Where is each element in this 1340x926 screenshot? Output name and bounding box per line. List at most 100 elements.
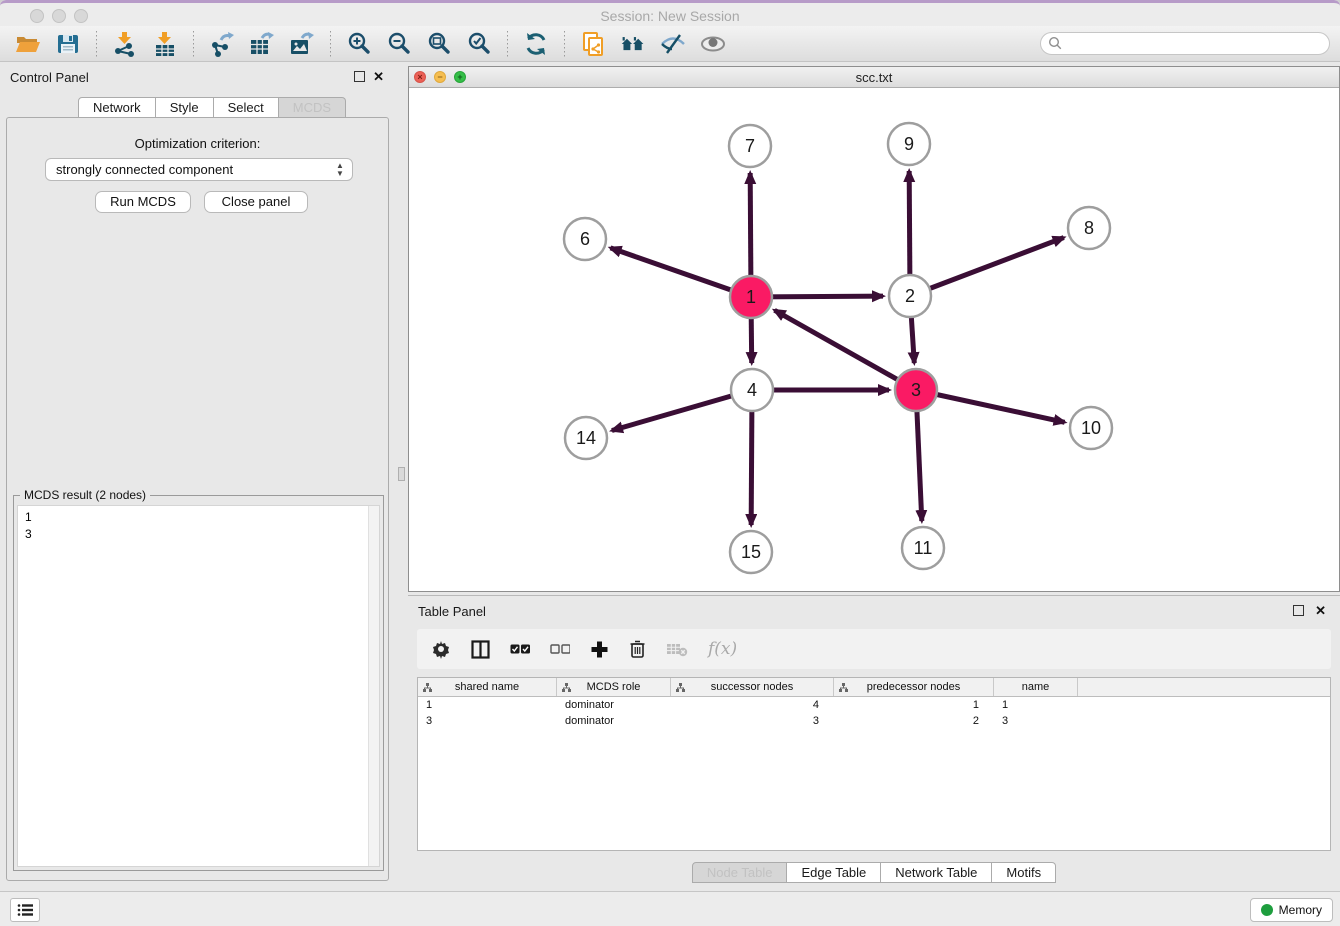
column-header-shared-name[interactable]: shared name xyxy=(418,678,557,696)
graph-edge-3-1[interactable] xyxy=(775,310,916,390)
tab-edge-table[interactable]: Edge Table xyxy=(787,862,881,883)
graph-node-label: 14 xyxy=(576,428,596,448)
search-icon xyxy=(1048,36,1063,51)
graph-node-label: 15 xyxy=(741,542,761,562)
column-layout-icon[interactable] xyxy=(471,638,490,660)
save-session-icon[interactable] xyxy=(55,31,81,57)
table-cell[interactable]: dominator xyxy=(557,697,671,713)
graph-node-3[interactable]: 3 xyxy=(895,369,937,411)
zoom-selected-icon[interactable] xyxy=(466,31,492,57)
select-all-icon[interactable] xyxy=(510,638,530,660)
toolbar-separator xyxy=(564,31,565,57)
memory-button[interactable]: Memory xyxy=(1250,898,1333,922)
graph-node-14[interactable]: 14 xyxy=(565,417,607,459)
table-cell[interactable]: 4 xyxy=(671,697,834,713)
graph-node-6[interactable]: 6 xyxy=(564,218,606,260)
graph-node-4[interactable]: 4 xyxy=(731,369,773,411)
app-titlebar[interactable]: Session: New Session xyxy=(0,0,1340,26)
run-mcds-button[interactable]: Run MCDS xyxy=(95,191,191,213)
table-cell[interactable]: 3 xyxy=(671,713,834,729)
search-input[interactable] xyxy=(1040,32,1330,55)
close-panel-button[interactable]: Close panel xyxy=(204,191,308,213)
tab-mcds[interactable]: MCDS xyxy=(279,97,346,118)
node-table: shared nameMCDS role successor nodes prede… xyxy=(417,677,1331,851)
table-cell[interactable]: 1 xyxy=(994,697,1078,713)
hide-details-icon[interactable] xyxy=(660,31,686,57)
graph-node-label: 7 xyxy=(745,136,755,156)
column-type-icon xyxy=(839,683,848,692)
criterion-select[interactable]: strongly connected component ▲▼ xyxy=(45,158,353,181)
graph-node-11[interactable]: 11 xyxy=(902,527,944,569)
table-row[interactable]: 3dominator323 xyxy=(418,713,1330,729)
copy-network-view-icon[interactable] xyxy=(580,31,606,57)
graph-node-10[interactable]: 10 xyxy=(1070,407,1112,449)
graph-node-label: 8 xyxy=(1084,218,1094,238)
graph-edge-1-6[interactable] xyxy=(610,248,751,297)
export-network-icon[interactable] xyxy=(209,31,235,57)
toolbar-separator xyxy=(96,31,97,57)
tab-node-table[interactable]: Node Table xyxy=(692,862,788,883)
close-panel-icon[interactable]: ✕ xyxy=(1315,603,1326,619)
graph-node-15[interactable]: 15 xyxy=(730,531,772,573)
column-header-predecessor-nodes[interactable]: predecessor nodes xyxy=(834,678,994,696)
graph-edge-2-8[interactable] xyxy=(910,238,1064,296)
delete-table-icon[interactable] xyxy=(666,638,688,660)
table-cell[interactable]: 3 xyxy=(994,713,1078,729)
show-details-icon[interactable] xyxy=(700,31,726,57)
column-header-successor-nodes[interactable]: successor nodes xyxy=(671,678,834,696)
table-cell[interactable]: 1 xyxy=(418,697,557,713)
graph-node-2[interactable]: 2 xyxy=(889,275,931,317)
home-layout-icon[interactable] xyxy=(620,31,646,57)
graph-node-1[interactable]: 1 xyxy=(730,276,772,318)
graph-node-label: 3 xyxy=(911,380,921,400)
result-scrollbar[interactable] xyxy=(368,506,379,866)
column-header-label: successor nodes xyxy=(711,681,794,693)
network-window-titlebar[interactable]: × − + scc.txt xyxy=(409,67,1339,88)
mcds-result-list[interactable]: 13 xyxy=(17,505,380,867)
float-panel-icon[interactable] xyxy=(354,71,365,82)
panel-divider-vertical[interactable] xyxy=(395,62,408,891)
table-row[interactable]: 1dominator411 xyxy=(418,697,1330,713)
add-row-icon[interactable] xyxy=(590,638,609,660)
deselect-all-icon[interactable] xyxy=(550,638,570,660)
import-table-icon[interactable] xyxy=(152,31,178,57)
graph-node-label: 11 xyxy=(914,538,933,558)
refresh-view-icon[interactable] xyxy=(523,31,549,57)
column-header-MCDS-role[interactable]: MCDS role xyxy=(557,678,671,696)
network-graph-canvas[interactable]: 7 9 6 8 1 2 4 3 14 10 15 11 xyxy=(409,88,1339,591)
column-type-icon xyxy=(562,683,571,692)
float-panel-icon[interactable] xyxy=(1293,605,1304,616)
tab-motifs[interactable]: Motifs xyxy=(992,862,1056,883)
import-network-icon[interactable] xyxy=(112,31,138,57)
table-cell[interactable]: dominator xyxy=(557,713,671,729)
graph-node-label: 1 xyxy=(746,287,756,307)
delete-row-icon[interactable] xyxy=(629,638,646,660)
memory-label: Memory xyxy=(1279,903,1322,917)
column-header-name[interactable]: name xyxy=(994,678,1078,696)
graph-node-9[interactable]: 9 xyxy=(888,123,930,165)
zoom-out-icon[interactable] xyxy=(386,31,412,57)
graph-node-label: 9 xyxy=(904,134,914,154)
tab-select[interactable]: Select xyxy=(214,97,279,118)
export-table-icon[interactable] xyxy=(249,31,275,57)
divider-handle[interactable] xyxy=(398,467,405,481)
graph-node-8[interactable]: 8 xyxy=(1068,207,1110,249)
network-view-window: × − + scc.txt 7 9 6 8 1 2 4 3 14 10 15 11 xyxy=(408,66,1340,592)
mcds-panel: Optimization criterion: strongly connect… xyxy=(6,117,389,881)
table-cell[interactable]: 2 xyxy=(834,713,994,729)
graph-edge-3-10[interactable] xyxy=(916,390,1065,422)
tab-network[interactable]: Network xyxy=(78,97,156,118)
tab-network-table[interactable]: Network Table xyxy=(881,862,992,883)
export-image-icon[interactable] xyxy=(289,31,315,57)
task-history-button[interactable] xyxy=(10,898,40,922)
close-panel-icon[interactable]: ✕ xyxy=(373,69,384,85)
table-cell[interactable]: 3 xyxy=(418,713,557,729)
column-settings-icon[interactable] xyxy=(431,638,451,660)
graph-node-7[interactable]: 7 xyxy=(729,125,771,167)
open-session-icon[interactable] xyxy=(15,31,41,57)
function-builder-icon: f(x) xyxy=(708,638,737,660)
zoom-fit-icon[interactable] xyxy=(426,31,452,57)
tab-style[interactable]: Style xyxy=(156,97,214,118)
table-cell[interactable]: 1 xyxy=(834,697,994,713)
zoom-in-icon[interactable] xyxy=(346,31,372,57)
